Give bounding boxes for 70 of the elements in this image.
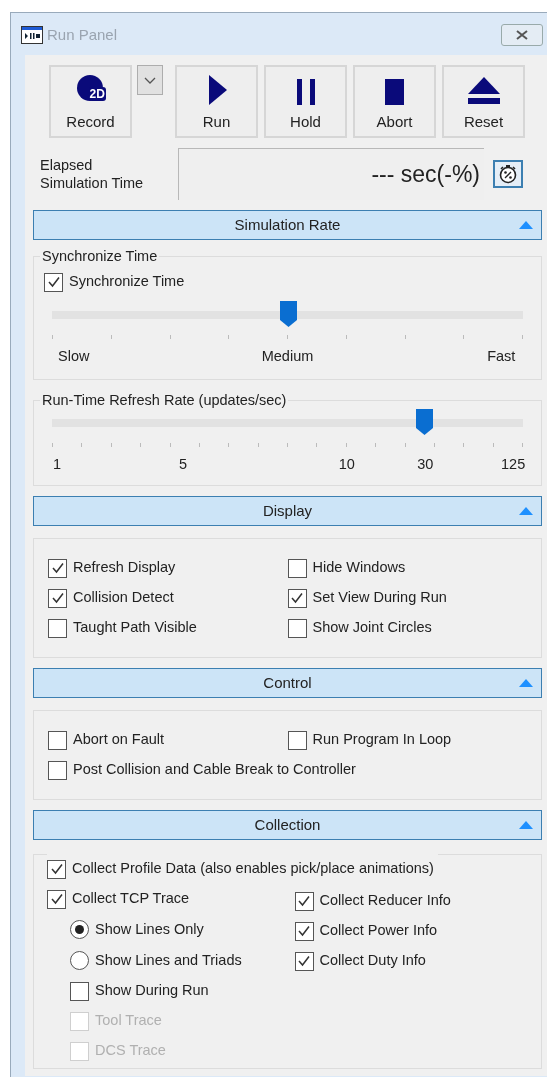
checkbox[interactable] (294, 891, 314, 911)
elapsed-time-display: --- sec(-%) (178, 148, 484, 200)
radio-button[interactable] (70, 951, 89, 970)
section-header[interactable]: Control (33, 668, 542, 698)
checkbox-label: Abort on Fault (73, 730, 165, 750)
checkbox[interactable] (70, 981, 89, 1001)
checkbox[interactable] (47, 859, 66, 879)
checkbox[interactable] (287, 730, 307, 750)
section-header[interactable]: Simulation Rate (33, 210, 542, 240)
slider-tick-label: 1 (53, 455, 62, 474)
checkbox[interactable] (287, 558, 307, 578)
radio-label: Show Lines and Triads (95, 950, 242, 970)
checkbox-label: Post Collision and Cable Break to Controller (73, 760, 356, 780)
slider-tick-label: Fast (487, 347, 516, 366)
checkbox-label: Collect Duty Info (319, 951, 426, 971)
slider-tick-label: 125 (501, 455, 526, 474)
slider-tick-label: Medium (261, 347, 314, 366)
stop-icon (385, 78, 404, 105)
checkbox-label: Collect Profile Data (also enables pick/place animations) (72, 859, 434, 879)
checkbox-label: Taught Path Visible (73, 618, 197, 638)
checkbox[interactable] (48, 730, 67, 750)
toolbar-button[interactable]: Abort (353, 65, 436, 138)
stopwatch-icon (498, 164, 518, 184)
checkbox-label: Run Program In Loop (312, 730, 452, 750)
slider-tick-label: 30 (417, 455, 434, 474)
checkbox-label: Collect Power Info (319, 921, 438, 941)
checkbox[interactable] (48, 618, 67, 638)
checkbox[interactable] (294, 951, 314, 971)
checkbox[interactable] (287, 618, 307, 638)
play-icon (206, 74, 227, 105)
checkbox-label: Show Joint Circles (312, 618, 432, 638)
section-header[interactable]: Display (33, 496, 542, 526)
checkbox[interactable] (44, 272, 63, 292)
section-header[interactable]: Collection (33, 810, 542, 840)
app-icon (21, 26, 43, 44)
slider-thumb[interactable] (279, 301, 297, 327)
checkbox[interactable] (48, 760, 67, 780)
close-icon (516, 30, 528, 40)
window-title: Run Panel (47, 24, 118, 45)
slider-tick-label: 5 (178, 455, 188, 474)
timer-button[interactable] (493, 160, 523, 188)
checkbox-label: Collect Reducer Info (319, 891, 451, 911)
checkbox-label: Show During Run (95, 981, 209, 1001)
checkbox-label: Refresh Display (73, 558, 176, 578)
checkbox[interactable] (47, 889, 66, 909)
checkbox-label: Hide Windows (312, 558, 406, 578)
slider-tick-label: 10 (338, 455, 355, 474)
checkbox-label: Tool Trace (95, 1011, 162, 1031)
checkbox[interactable] (48, 558, 67, 578)
toolbar-button[interactable]: Run (175, 65, 258, 138)
checkbox-label: Synchronize Time (69, 272, 185, 292)
elapsed-label: Elapsed Simulation Time (40, 156, 145, 192)
eject-icon (467, 76, 500, 105)
checkbox[interactable] (287, 588, 307, 608)
checkbox-label: Set View During Run (312, 588, 447, 608)
radio-button[interactable] (70, 920, 89, 939)
radio-label: Show Lines Only (95, 919, 204, 939)
checkbox-label: DCS Trace (95, 1041, 166, 1061)
checkbox[interactable] (48, 588, 67, 608)
close-button[interactable] (501, 24, 543, 46)
toolbar-button[interactable]: Reset (442, 65, 525, 138)
toolbar-button[interactable]: 2D Record (49, 65, 132, 138)
checkbox[interactable] (294, 921, 314, 941)
toolbar-button[interactable]: Hold (264, 65, 347, 138)
slider-thumb[interactable] (416, 409, 434, 435)
chevron-down-icon (144, 76, 156, 84)
pause-icon (296, 78, 315, 105)
checkbox-label: Collect TCP Trace (72, 889, 190, 909)
slider-tick-label: Slow (58, 347, 90, 366)
checkbox-label: Collision Detect (73, 588, 174, 608)
